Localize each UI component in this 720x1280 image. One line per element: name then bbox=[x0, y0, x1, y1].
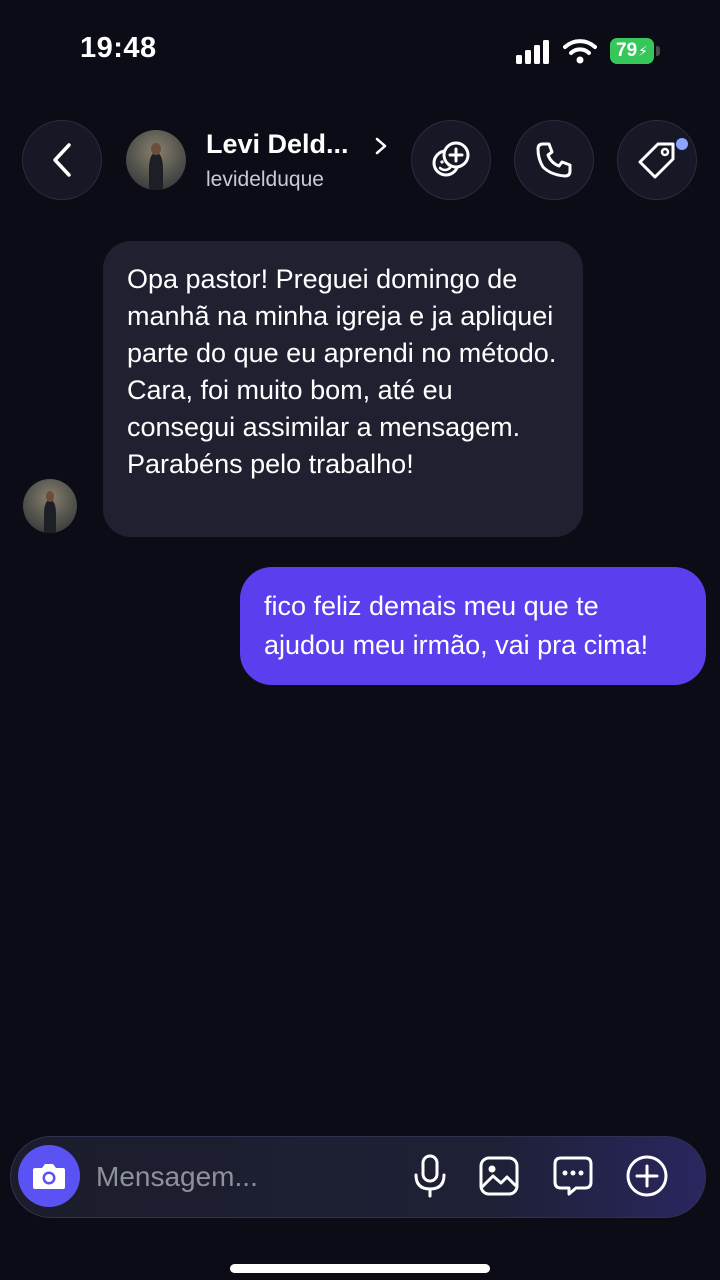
contact-avatar[interactable] bbox=[126, 130, 186, 190]
notification-dot bbox=[676, 138, 688, 150]
phone-icon bbox=[536, 142, 572, 178]
camera-icon bbox=[33, 1164, 65, 1189]
tag-button[interactable] bbox=[617, 120, 697, 200]
microphone-icon bbox=[414, 1154, 446, 1198]
chevron-right-icon[interactable] bbox=[374, 136, 388, 156]
effects-icon bbox=[432, 141, 470, 177]
battery-level: 79 bbox=[616, 40, 638, 61]
gallery-icon bbox=[479, 1156, 519, 1196]
back-button[interactable] bbox=[22, 120, 102, 200]
effects-button[interactable] bbox=[411, 120, 491, 200]
gallery-button[interactable] bbox=[477, 1154, 521, 1198]
plus-icon bbox=[626, 1155, 668, 1197]
voice-call-button[interactable] bbox=[514, 120, 594, 200]
microphone-button[interactable] bbox=[408, 1154, 452, 1198]
outgoing-message[interactable]: fico feliz demais meu que te ajudou meu … bbox=[240, 567, 706, 685]
battery-indicator: 79 ⚡ bbox=[610, 38, 654, 64]
home-indicator[interactable] bbox=[230, 1264, 490, 1273]
chat-screen: 19:48 79 ⚡ Levi Deld... levidelduque Opa… bbox=[0, 0, 720, 1280]
status-time: 19:48 bbox=[80, 32, 157, 64]
incoming-message[interactable]: Opa pastor! Preguei domingo de manhã na … bbox=[103, 241, 583, 537]
sender-avatar[interactable] bbox=[23, 479, 77, 533]
sticker-icon bbox=[553, 1156, 593, 1196]
camera-button[interactable] bbox=[18, 1145, 80, 1207]
back-icon bbox=[53, 143, 71, 177]
tag-icon bbox=[638, 142, 675, 179]
contact-username[interactable]: levidelduque bbox=[206, 168, 324, 192]
message-input[interactable] bbox=[96, 1155, 386, 1199]
plus-button[interactable] bbox=[625, 1154, 669, 1198]
contact-name[interactable]: Levi Deld... bbox=[206, 129, 349, 160]
sticker-button[interactable] bbox=[551, 1154, 595, 1198]
cellular-signal-icon bbox=[516, 40, 549, 64]
charging-bolt-icon: ⚡ bbox=[638, 42, 648, 59]
wifi-icon bbox=[563, 39, 597, 64]
battery-nub bbox=[656, 46, 660, 56]
